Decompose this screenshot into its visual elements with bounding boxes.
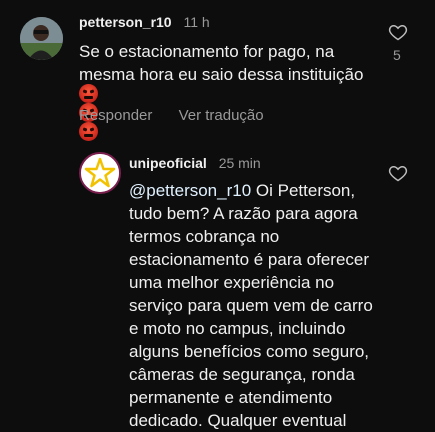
comment-actions: Responder Ver tradução xyxy=(79,107,286,124)
user-photo-icon xyxy=(20,17,63,60)
comment-text: Se o estacionamento for pago, na mesma h… xyxy=(79,42,364,84)
like-heart-icon[interactable] xyxy=(388,163,408,183)
reply-body: Oi Petterson, tudo bem? A razão para ago… xyxy=(129,181,373,430)
reply-header: unipeoficial 25 min xyxy=(129,155,261,171)
mention-link[interactable]: @petterson_r10 xyxy=(129,181,251,200)
enraged-face-icon xyxy=(79,84,98,103)
timestamp: 11 h xyxy=(183,14,210,30)
translate-button[interactable]: Ver tradução xyxy=(179,107,264,124)
username[interactable]: petterson_r10 xyxy=(79,14,172,30)
reply-button[interactable]: Responder xyxy=(79,107,152,124)
like-count: 5 xyxy=(393,47,401,63)
like-heart-icon[interactable] xyxy=(388,22,408,42)
username[interactable]: unipeoficial xyxy=(129,155,207,171)
timestamp: 25 min xyxy=(218,155,261,171)
comment-header: petterson_r10 11 h xyxy=(79,14,210,30)
star-logo-icon xyxy=(81,154,119,192)
reply-text: @petterson_r10 Oi Petterson, tudo bem? A… xyxy=(129,179,385,432)
avatar[interactable] xyxy=(79,152,121,194)
enraged-face-icon xyxy=(79,122,98,141)
avatar[interactable] xyxy=(20,17,63,60)
